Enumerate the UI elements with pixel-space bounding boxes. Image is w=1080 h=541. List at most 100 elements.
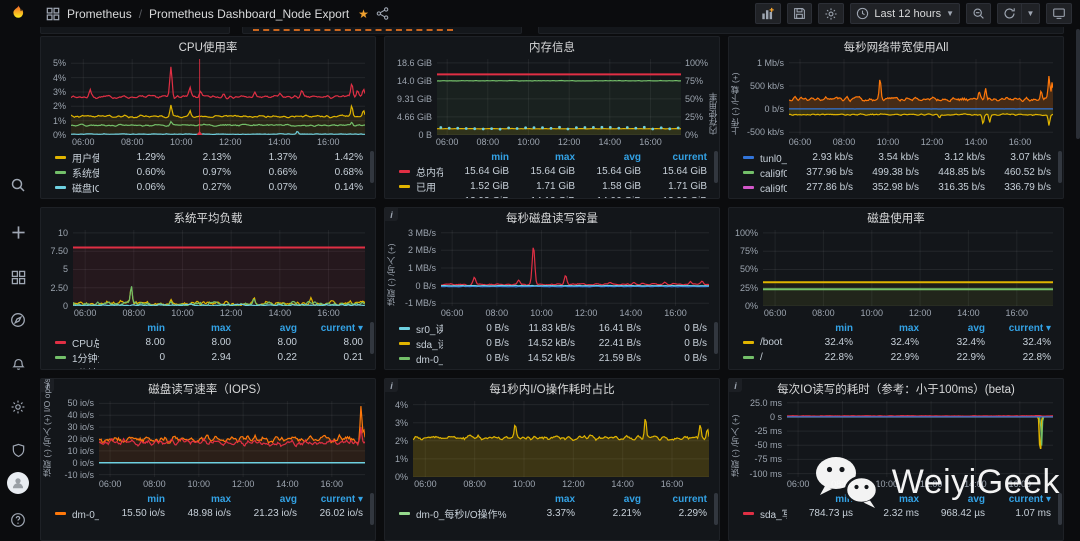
info-icon[interactable]: i	[729, 379, 742, 392]
legend-scrollbar[interactable]	[714, 151, 718, 183]
legend-sort-header[interactable]: min	[787, 323, 853, 334]
plot-area[interactable]	[71, 59, 365, 135]
series-color-swatch[interactable]	[743, 156, 754, 159]
legend-sort-header[interactable]: avg	[575, 494, 641, 505]
favorite-star-icon[interactable]: ★	[358, 7, 369, 21]
series-label[interactable]: tunl0_in下载	[760, 150, 787, 165]
panel-header[interactable]: i 磁盘读写速率（IOPS）	[41, 379, 375, 399]
legend-sort-header[interactable]: max	[853, 323, 919, 334]
panel-header[interactable]: i 内存信息	[385, 37, 719, 57]
panel-header[interactable]: i 每秒磁盘读写容量	[385, 208, 719, 228]
time-range-picker[interactable]: Last 12 hours ▼	[850, 3, 960, 24]
create-plus-icon[interactable]	[6, 220, 30, 244]
series-label[interactable]: sr0_读取	[416, 321, 443, 336]
legend-scrollbar[interactable]	[370, 151, 374, 183]
legend-sort-header[interactable]: max	[509, 152, 575, 163]
legend-sort-header[interactable]: min	[99, 494, 165, 505]
user-avatar[interactable]	[6, 471, 30, 495]
panel-title[interactable]: 每秒网络带宽使用All	[844, 39, 949, 55]
time-series-chart[interactable]: 5% 4% 3% 2% 1% 0% 06:00 08:00 10:00 12:00 14:00 16:…	[41, 57, 375, 149]
series-color-swatch[interactable]	[399, 327, 410, 330]
series-color-swatch[interactable]	[55, 156, 66, 159]
save-dashboard-button[interactable]	[787, 3, 813, 24]
series-label[interactable]: cali9f067e4a4d8_out上传	[760, 180, 787, 195]
series-color-swatch[interactable]	[743, 356, 754, 359]
series-label[interactable]: 1分钟负载	[72, 350, 99, 365]
legend-sort-header[interactable]: current ▾	[985, 323, 1051, 334]
time-series-chart[interactable]: 上传 (-) /下载 (+) 1 Mb/s 500 kb/s 0 b/s -500 kb…	[729, 57, 1063, 149]
series-color-swatch[interactable]	[399, 185, 410, 188]
series-label[interactable]: dm-0_每秒I/O操作%	[416, 506, 509, 521]
alerting-bell-icon[interactable]	[6, 351, 30, 375]
series-color-swatch[interactable]	[399, 512, 410, 515]
series-color-swatch[interactable]	[55, 341, 66, 344]
time-series-chart[interactable]: 100% 75% 50% 25% 0% 06:00 08:00 10:00 12:00 14:00…	[729, 228, 1063, 320]
info-icon[interactable]: i	[385, 208, 398, 221]
series-label[interactable]: 系统使用率	[72, 165, 99, 180]
cycle-view-mode-button[interactable]	[1046, 3, 1072, 24]
legend-scrollbar[interactable]	[370, 493, 374, 525]
series-label[interactable]: 可用	[416, 194, 443, 198]
panel-title[interactable]: 内存信息	[529, 39, 575, 55]
legend-scrollbar[interactable]	[714, 322, 718, 354]
info-icon[interactable]: i	[385, 379, 398, 392]
dashboards-icon[interactable]	[6, 265, 30, 289]
time-series-chart[interactable]: 读取 (-) /写入 (+) I/O ops/sec 50 io/s 40 io/s…	[41, 379, 375, 491]
legend-scrollbar[interactable]	[714, 493, 718, 525]
panel-header[interactable]: i 每次IO读写的耗时（参考：小于100ms）(beta)	[729, 379, 1063, 399]
time-series-chart[interactable]: 10 7.50 5 2.50 0 06:00 08:00 10:00 12:00 14:00 16:…	[41, 228, 375, 320]
scrollbar-thumb[interactable]	[1076, 29, 1080, 139]
series-label[interactable]: 已用	[416, 179, 443, 194]
time-series-chart[interactable]: 读取 (-) /写入 (+) 3 MB/s 2 MB/s 1 MB/s 0 B/s -1 …	[385, 228, 719, 320]
legend-scrollbar[interactable]	[370, 322, 374, 354]
help-icon[interactable]	[6, 508, 30, 532]
legend-sort-header[interactable]: max	[509, 494, 575, 505]
series-color-swatch[interactable]	[399, 357, 410, 360]
add-panel-button[interactable]	[755, 3, 782, 24]
series-label[interactable]: dm-0_写入	[72, 506, 99, 521]
grafana-logo-icon[interactable]	[6, 2, 30, 26]
panel-title[interactable]: 每1秒内I/O操作耗时占比	[489, 381, 614, 397]
legend-sort-header[interactable]: current	[641, 152, 707, 163]
legend-sort-header[interactable]: min	[99, 323, 165, 334]
panel-header[interactable]: i CPU使用率	[41, 37, 375, 57]
legend-sort-header[interactable]: max	[165, 323, 231, 334]
series-label[interactable]: cali9f067e4a4d8_in下载	[760, 165, 787, 180]
plot-area[interactable]	[413, 401, 709, 477]
series-label[interactable]: sda_读取	[416, 336, 443, 351]
zoom-out-button[interactable]	[966, 3, 991, 24]
legend-sort-header[interactable]: avg	[231, 323, 297, 334]
series-color-swatch[interactable]	[55, 171, 66, 174]
configuration-gear-icon[interactable]	[6, 395, 30, 419]
plot-area[interactable]	[789, 59, 1053, 135]
series-label[interactable]: sda_写入	[760, 506, 787, 521]
series-label[interactable]: 5分钟负载	[72, 365, 99, 369]
series-color-swatch[interactable]	[743, 512, 754, 515]
search-icon[interactable]	[6, 173, 30, 197]
legend-scrollbar[interactable]	[1058, 151, 1062, 183]
series-label[interactable]: dm-0_读取	[416, 351, 443, 366]
legend-sort-header[interactable]: avg	[575, 152, 641, 163]
panel-title[interactable]: 磁盘使用率	[867, 210, 925, 226]
series-color-swatch[interactable]	[743, 341, 754, 344]
server-admin-shield-icon[interactable]	[6, 438, 30, 462]
breadcrumb-folder[interactable]: Prometheus	[67, 7, 132, 21]
time-series-chart[interactable]: 4% 3% 2% 1% 0% 06:00 08:00 10:00 12:00 14:00 16:00	[385, 399, 719, 491]
series-label[interactable]: CPU总核数	[72, 335, 99, 350]
plot-area[interactable]	[763, 230, 1053, 306]
plot-area[interactable]	[441, 230, 709, 306]
time-series-chart[interactable]: 内存使用率 18.6 GiB 14.0 GiB 9.31 GiB 4.66 GiB 0 B…	[385, 57, 719, 149]
plot-area[interactable]	[437, 59, 681, 135]
page-scrollbar[interactable]	[1075, 27, 1080, 533]
explore-compass-icon[interactable]	[6, 308, 30, 332]
legend-sort-header[interactable]: current ▾	[297, 323, 363, 334]
series-label[interactable]: /boot	[760, 337, 787, 348]
refresh-button[interactable]	[997, 3, 1022, 24]
series-label[interactable]: /	[760, 352, 787, 363]
panel-header[interactable]: i 每秒网络带宽使用All	[729, 37, 1063, 57]
refresh-interval-dropdown[interactable]: ▼	[1022, 3, 1040, 24]
panel-title[interactable]: CPU使用率	[179, 39, 238, 55]
plot-area[interactable]	[73, 230, 365, 306]
plot-area[interactable]	[99, 401, 365, 477]
series-label[interactable]: 用户使用率	[72, 150, 99, 165]
